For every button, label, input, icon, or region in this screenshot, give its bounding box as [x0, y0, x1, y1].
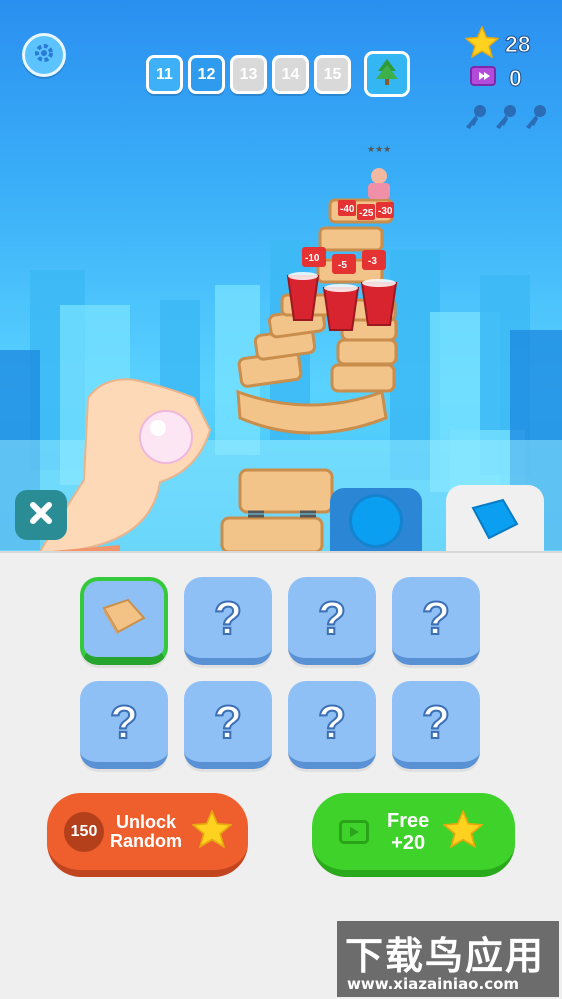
question-mark-icon: ?: [421, 591, 451, 645]
svg-text:★★★: ★★★: [367, 145, 391, 155]
close-icon: [27, 499, 55, 531]
video-ad-icon: [339, 819, 369, 844]
question-mark-icon: ?: [317, 695, 347, 749]
key-icon: [522, 103, 548, 135]
level-indicator: 11: [146, 55, 183, 94]
level-indicator: 15: [314, 55, 351, 94]
skin-cell-locked[interactable]: ?: [184, 577, 272, 665]
track-sign: -10: [305, 253, 320, 264]
skin-grid: ? ? ? ? ? ? ?: [80, 577, 480, 769]
level-indicator: 14: [272, 55, 309, 94]
star-icon: [442, 809, 485, 853]
skin-cell-locked[interactable]: ?: [184, 681, 272, 769]
free-label-line: +20: [391, 831, 426, 854]
unlock-random-button[interactable]: 150 Unlock Random: [47, 793, 248, 877]
skin-cell-locked[interactable]: ?: [288, 681, 376, 769]
tree-icon: [374, 57, 400, 91]
free-stars-button[interactable]: Free +20: [312, 793, 515, 877]
watermark: 下载鸟应用 www.xiazainiao.com: [337, 921, 559, 997]
key-icon: [462, 103, 488, 135]
skin-cell-locked[interactable]: ?: [392, 681, 480, 769]
tickets-counter: 0: [469, 63, 522, 93]
free-label-line: Free: [387, 809, 430, 832]
question-mark-icon: ?: [109, 695, 139, 749]
track-sign: -30: [378, 206, 393, 217]
track-sign: -40: [340, 204, 355, 215]
keys-row: [462, 103, 548, 135]
skin-cell-locked[interactable]: ?: [80, 681, 168, 769]
skin-cell-selected[interactable]: [80, 577, 168, 665]
level-goal-badge: [364, 51, 410, 97]
tab-ball-skins[interactable]: [330, 488, 422, 552]
settings-button[interactable]: [22, 33, 66, 77]
curved-plank: [236, 389, 388, 435]
free-label: Free +20: [387, 810, 429, 854]
question-mark-icon: ?: [213, 591, 243, 645]
close-button[interactable]: [15, 490, 67, 540]
ticket-icon: [469, 63, 499, 93]
price-badge: 150: [64, 811, 104, 852]
skin-cell-locked[interactable]: ?: [288, 577, 376, 665]
skin-cell-locked[interactable]: ?: [392, 577, 480, 665]
tile-icon: [469, 498, 521, 544]
watermark-title: 下载鸟应用: [345, 934, 546, 978]
tab-tile-skins[interactable]: [446, 485, 544, 552]
gear-icon: [32, 41, 56, 69]
stars-value: 28: [505, 30, 532, 57]
question-mark-icon: ?: [317, 591, 347, 645]
track-sign: -3: [368, 256, 377, 267]
wood-tile-icon: [98, 596, 150, 642]
watermark-url: www.xiazainiao.com: [347, 975, 520, 993]
unlock-label-line: Unlock: [115, 811, 176, 832]
level-progress: 11 12 13 14 15: [146, 51, 410, 97]
track-sign: -25: [359, 208, 374, 219]
level-indicator: 13: [230, 55, 267, 94]
tickets-value: 0: [509, 64, 523, 91]
ball-icon: [349, 494, 403, 548]
unlock-label: Unlock Random: [110, 811, 182, 851]
question-mark-icon: ?: [213, 695, 243, 749]
question-mark-icon: ?: [421, 695, 451, 749]
level-indicator-current: 12: [188, 55, 225, 94]
game-scene: -40 -25 -30 -10 -5 -3 ★★★ 11 12 13 14 15…: [0, 0, 562, 552]
key-icon: [492, 103, 518, 135]
unlock-label-line: Random: [110, 830, 182, 851]
track-sign: -5: [338, 260, 347, 271]
stars-counter: 28: [464, 25, 532, 62]
star-icon: [190, 809, 234, 853]
star-icon: [464, 25, 500, 62]
